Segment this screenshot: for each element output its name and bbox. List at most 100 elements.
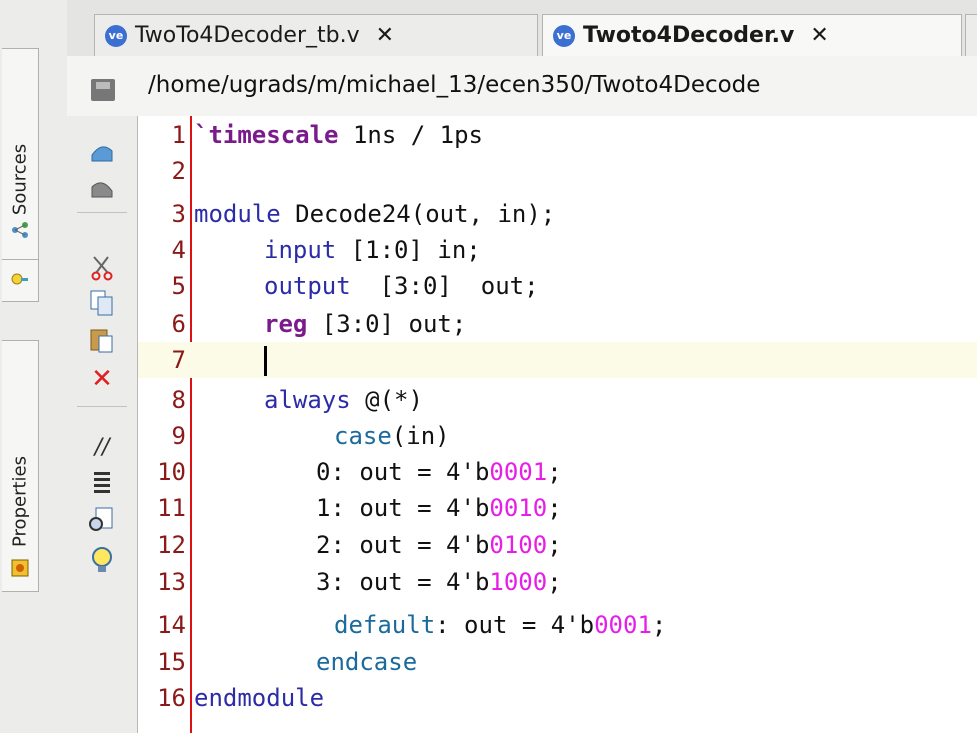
properties-label: Properties: [9, 456, 31, 547]
code-text: ;: [651, 611, 667, 639]
binary-literal: 0100: [489, 531, 548, 559]
code-text: : out = 4'b: [435, 611, 595, 639]
binary-literal: 0010: [489, 494, 548, 522]
code-keyword: reg: [264, 310, 308, 338]
line-number: 2: [171, 157, 186, 185]
toolbar-separator: [77, 406, 127, 407]
code-line[interactable]: 2: [138, 153, 977, 189]
code-line[interactable]: 15 endcase: [138, 644, 977, 680]
tab-decoder-file[interactable]: ve Twoto4Decoder.v ✕: [542, 14, 962, 56]
line-number: 3: [171, 200, 186, 228]
tab-divider: [2, 259, 38, 260]
code-text: 2: out = 4'b: [316, 531, 490, 559]
code-keyword: module: [194, 200, 281, 228]
save-icon[interactable]: [91, 79, 115, 101]
comment-icon[interactable]: //: [87, 432, 117, 462]
line-number: 9: [171, 422, 186, 450]
editor-toolbar: ✕ //: [67, 116, 138, 733]
code-line[interactable]: 9 case(in): [138, 418, 977, 454]
tab-testbench-file[interactable]: ve TwoTo4Decoder_tb.v ✕: [94, 14, 538, 56]
delete-icon[interactable]: ✕: [87, 364, 117, 394]
binary-literal: 0001: [594, 611, 652, 639]
code-text: ;: [547, 458, 562, 486]
code-text: 1ns / 1ps: [338, 121, 483, 149]
code-keyword: case: [334, 422, 392, 450]
code-text: @(*): [350, 386, 423, 414]
file-path: /home/ugrads/m/michael_13/ecen350/Twoto4…: [148, 72, 761, 98]
tab-overflow[interactable]: [965, 14, 977, 56]
code-text: ;: [547, 531, 562, 559]
code-text: 0: out = 4'b: [316, 458, 490, 486]
line-number: 8: [171, 386, 186, 414]
line-number: 1: [171, 121, 186, 149]
hierarchy-icon[interactable]: [11, 221, 29, 243]
code-line[interactable]: 3 module Decode24(out, in);: [138, 196, 977, 232]
find-icon[interactable]: [87, 505, 117, 535]
code-line[interactable]: 6 reg [3:0] out;: [138, 306, 977, 342]
line-number: 7: [171, 346, 186, 374]
code-text: [1:0] in;: [336, 236, 481, 264]
undo-icon[interactable]: [87, 138, 117, 168]
file-path-bar: /home/ugrads/m/michael_13/ecen350/Twoto4…: [67, 56, 977, 117]
code-line[interactable]: 5 output [3:0] out;: [138, 268, 977, 304]
lightbulb-icon[interactable]: [87, 546, 117, 576]
code-line[interactable]: 12 2: out = 4'b0100;: [138, 527, 977, 563]
line-number: 13: [157, 568, 186, 596]
line-number: 15: [157, 648, 186, 676]
code-text: 1: out = 4'b: [316, 494, 490, 522]
line-number: 11: [157, 494, 186, 522]
verilog-file-icon: ve: [105, 24, 127, 47]
line-number: 12: [157, 531, 186, 559]
code-keyword: `timescale: [194, 121, 339, 149]
code-line[interactable]: 4 input [1:0] in;: [138, 232, 977, 268]
code-line[interactable]: 13 3: out = 4'b1000;: [138, 564, 977, 600]
code-line[interactable]: 11 1: out = 4'b0010;: [138, 490, 977, 526]
close-icon[interactable]: ✕: [810, 23, 828, 48]
sources-label: Sources: [9, 143, 31, 216]
line-number: 14: [157, 611, 186, 639]
code-text: [3:0] out;: [307, 310, 467, 338]
code-text: Decode24(out, in);: [280, 200, 556, 228]
sources-panel-tab[interactable]: Sources: [2, 48, 39, 302]
key-icon[interactable]: [11, 271, 29, 291]
indent-icon[interactable]: [87, 468, 117, 498]
line-number: 4: [171, 236, 186, 264]
code-text: 3: out = 4'b: [316, 568, 490, 596]
code-editor[interactable]: 1 `timescale 1ns / 1ps 2 3 module Decode24…: [138, 116, 977, 733]
code-line[interactable]: 16 endmodule: [138, 680, 977, 716]
tab-label: TwoTo4Decoder_tb.v: [135, 23, 360, 48]
left-dock: Sources Properties: [0, 0, 68, 733]
code-text: (in): [391, 422, 450, 450]
toolbar-separator: [77, 212, 127, 213]
current-code-line[interactable]: 7: [138, 342, 977, 378]
copy-icon[interactable]: [87, 288, 117, 318]
editor-tab-bar: ve TwoTo4Decoder_tb.v ✕ ve Twoto4Decoder…: [67, 0, 977, 56]
redo-icon[interactable]: [87, 174, 117, 204]
close-icon[interactable]: ✕: [376, 23, 394, 48]
code-keyword: input: [264, 236, 337, 264]
code-keyword: always: [264, 386, 351, 414]
properties-icon[interactable]: [11, 559, 29, 581]
code-keyword: output: [264, 272, 351, 300]
line-number: 6: [171, 310, 186, 338]
code-keyword: endcase: [316, 648, 418, 676]
verilog-file-icon: ve: [553, 24, 575, 47]
binary-literal: 1000: [489, 568, 548, 596]
line-number: 10: [157, 458, 186, 486]
paste-icon[interactable]: [87, 325, 117, 355]
line-number: 16: [157, 684, 186, 712]
code-text: [3:0] out;: [350, 272, 539, 300]
code-text: ;: [547, 494, 562, 522]
code-keyword: default: [334, 611, 436, 639]
code-line[interactable]: 1 `timescale 1ns / 1ps: [138, 117, 977, 153]
properties-panel-tab[interactable]: Properties: [2, 340, 39, 592]
binary-literal: 0001: [489, 458, 548, 486]
tab-label: Twoto4Decoder.v: [583, 23, 795, 48]
code-text: ;: [547, 568, 562, 596]
code-line[interactable]: 14 default: out = 4'b0001;: [138, 607, 977, 643]
code-line[interactable]: 10 0: out = 4'b0001;: [138, 454, 977, 490]
code-line[interactable]: 8 always @(*): [138, 382, 977, 418]
text-caret: [264, 346, 267, 376]
line-number: 5: [171, 272, 186, 300]
cut-icon[interactable]: [87, 252, 117, 282]
